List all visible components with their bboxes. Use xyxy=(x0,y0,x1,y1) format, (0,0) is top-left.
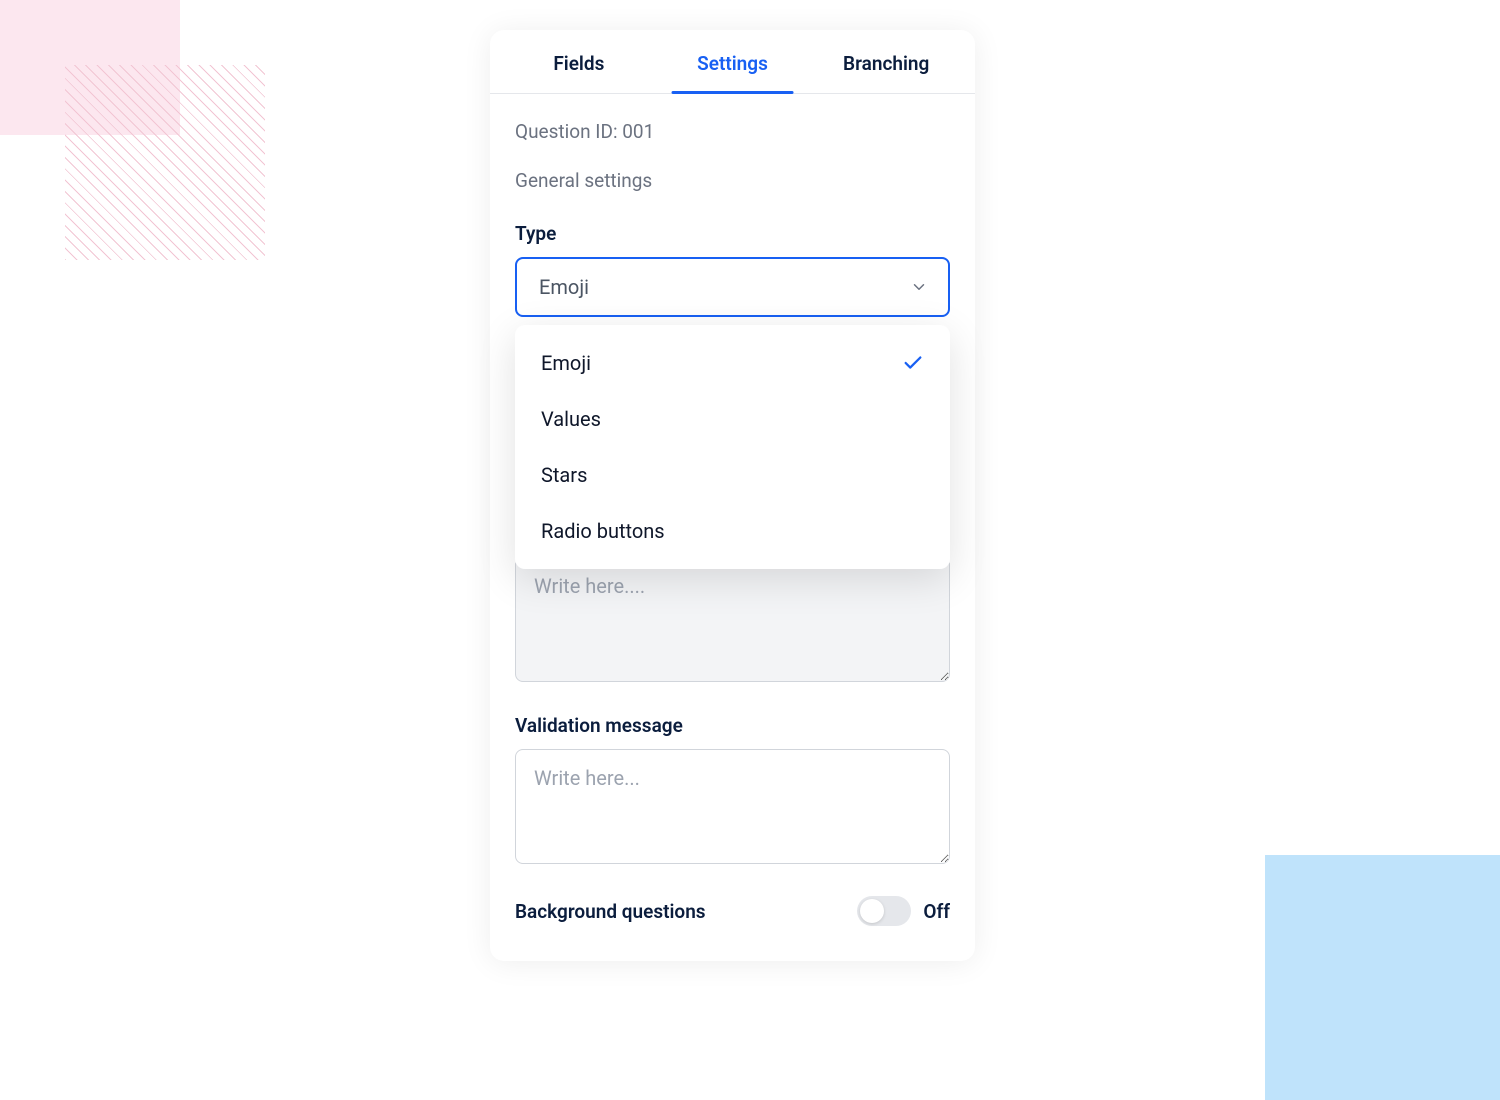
panel-content: Question ID: 001 General settings Type E… xyxy=(490,94,975,926)
type-option-label: Values xyxy=(541,407,601,431)
settings-panel: Fields Settings Branching Question ID: 0… xyxy=(490,30,975,961)
tab-settings[interactable]: Settings xyxy=(656,30,810,93)
decorative-hatch-pattern xyxy=(65,65,265,260)
description-textarea[interactable] xyxy=(515,557,950,682)
general-settings-header: General settings xyxy=(515,169,950,192)
type-label: Type xyxy=(515,222,950,245)
question-id-label: Question ID: 001 xyxy=(515,120,950,143)
type-option-stars[interactable]: Stars xyxy=(515,447,950,503)
type-option-label: Radio buttons xyxy=(541,519,665,543)
type-dropdown: Emoji Values Stars Radio buttons xyxy=(515,325,950,569)
validation-label: Validation message xyxy=(515,714,950,737)
toggle-wrap: Off xyxy=(857,896,950,926)
tab-bar: Fields Settings Branching xyxy=(490,30,975,94)
decorative-blue-block xyxy=(1265,855,1500,1100)
tab-fields[interactable]: Fields xyxy=(502,30,656,93)
validation-textarea[interactable] xyxy=(515,749,950,864)
background-questions-row: Background questions Off xyxy=(515,896,950,926)
background-questions-label: Background questions xyxy=(515,900,706,923)
check-icon xyxy=(902,352,924,374)
background-questions-toggle[interactable] xyxy=(857,896,911,926)
type-select[interactable]: Emoji xyxy=(515,257,950,317)
chevron-down-icon xyxy=(910,278,928,296)
type-option-label: Stars xyxy=(541,463,587,487)
tab-branching[interactable]: Branching xyxy=(809,30,963,93)
type-selected-value: Emoji xyxy=(539,275,589,299)
type-option-label: Emoji xyxy=(541,351,591,375)
validation-field-group: Validation message xyxy=(515,714,950,868)
type-field-group: Type Emoji Emoji Values Stars Radio butt… xyxy=(515,222,950,317)
type-option-emoji[interactable]: Emoji xyxy=(515,335,950,391)
toggle-knob xyxy=(860,899,884,923)
type-option-radio[interactable]: Radio buttons xyxy=(515,503,950,559)
type-option-values[interactable]: Values xyxy=(515,391,950,447)
toggle-state-label: Off xyxy=(923,900,950,923)
